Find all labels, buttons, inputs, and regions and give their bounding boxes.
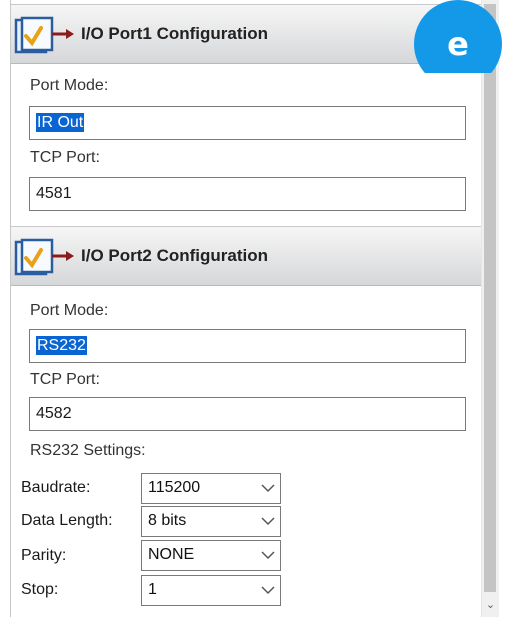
data-length-value: 8 bits	[148, 512, 187, 529]
port2-tcp-port-value: 4582	[36, 405, 72, 422]
stop-select[interactable]: 1	[141, 575, 281, 606]
baudrate-select[interactable]: 115200	[141, 473, 281, 504]
port2-port-mode-value: RS232	[36, 336, 87, 355]
port2-title: I/O Port2 Configuration	[81, 246, 268, 265]
port1-tcp-port-label: TCP Port:	[30, 149, 100, 166]
data-length-select[interactable]: 8 bits	[141, 506, 281, 537]
port2-section-header[interactable]: I/O Port2 Configuration	[11, 226, 482, 286]
rs232-settings-label: RS232 Settings:	[30, 442, 146, 459]
data-length-label: Data Length:	[21, 512, 113, 529]
parity-value: NONE	[148, 546, 195, 563]
port2-tcp-port-label: TCP Port:	[30, 371, 100, 388]
port2-port-mode-label: Port Mode:	[30, 302, 109, 319]
port1-section-header[interactable]: I/O Port1 Configuration	[11, 4, 482, 64]
baudrate-value: 115200	[148, 479, 201, 496]
config-panel: I/O Port1 Configuration Port Mode: IR Ou…	[10, 0, 482, 617]
chevron-down-icon	[261, 551, 275, 560]
port1-port-mode-field[interactable]: IR Out	[29, 106, 466, 140]
port1-port-mode-label: Port Mode:	[30, 77, 109, 94]
port2-port-mode-field[interactable]: RS232	[29, 329, 466, 363]
port1-tcp-port-value: 4581	[36, 185, 72, 202]
port1-title: I/O Port1 Configuration	[81, 24, 268, 43]
config-checklist-icon	[14, 16, 74, 54]
vertical-scrollbar[interactable]: ⌄	[481, 0, 499, 617]
chevron-down-icon	[261, 586, 275, 595]
port1-tcp-port-field[interactable]: 4581	[29, 177, 466, 211]
stop-value: 1	[148, 581, 157, 598]
baudrate-label: Baudrate:	[21, 479, 91, 496]
port2-tcp-port-field[interactable]: 4582	[29, 397, 466, 431]
port1-port-mode-value: IR Out	[36, 113, 85, 132]
parity-select[interactable]: NONE	[141, 540, 281, 571]
scrollbar-thumb[interactable]	[484, 4, 496, 592]
chevron-down-icon	[261, 484, 275, 493]
stop-label: Stop:	[21, 581, 59, 598]
scroll-down-icon[interactable]: ⌄	[482, 596, 499, 614]
parity-label: Parity:	[21, 547, 67, 564]
chevron-down-icon	[261, 517, 275, 526]
config-checklist-icon	[14, 238, 74, 276]
